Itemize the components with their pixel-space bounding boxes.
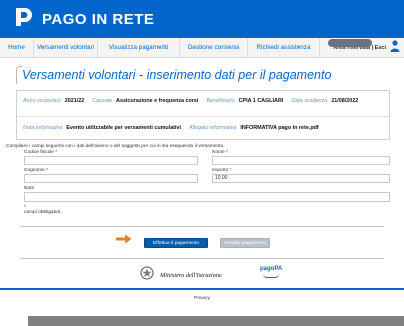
user-area[interactable]: Area riservata | Esci: [328, 39, 400, 57]
effettua-pagamento-button[interactable]: Effettua il pagamento: [144, 238, 208, 248]
italian-emblem-icon: [140, 266, 154, 285]
cognome-input[interactable]: [24, 174, 198, 183]
info-row-2: Nota informativa Evento utilizzabile per…: [23, 125, 327, 131]
importo-input[interactable]: 10,00: [212, 174, 390, 183]
note-input[interactable]: [24, 192, 390, 202]
anno-label: Anno scolastico: [23, 98, 61, 104]
redacted-username: [328, 39, 372, 47]
beneficiario-value: CPIA 1 CAGLIARI: [238, 98, 284, 104]
ministry-name: Ministero dell'Istruzione: [160, 272, 222, 279]
privacy-link[interactable]: Privacy: [0, 296, 404, 301]
footer-blue-line: [0, 288, 404, 290]
anno-value: 2021/22: [64, 98, 85, 104]
note-label: Note: [24, 186, 35, 191]
footer-divider: [20, 258, 384, 259]
info-row-1: Anno scolastico 2021/22 Causale Assicura…: [23, 98, 366, 104]
nav-versamenti-volontari[interactable]: Versamenti volontari: [34, 38, 98, 58]
scadenza-label: Data scadenza: [291, 98, 328, 104]
pagopa-logo: pagoPA: [260, 266, 283, 280]
nav-home[interactable]: Home: [0, 38, 34, 58]
ministry-logo: Ministero dell'Istruzione: [140, 266, 222, 285]
nav-gestione-consensi[interactable]: Gestione consensi: [180, 38, 248, 58]
orange-arrow-icon: [116, 234, 132, 244]
required-note: campi obbligatori.: [24, 210, 62, 215]
user-icon: [390, 39, 400, 57]
allegato-label: Allegato informativa: [189, 125, 237, 131]
codice-fiscale-input[interactable]: [24, 156, 198, 165]
allegato-link[interactable]: INFORMATIVA pago in rete.pdf: [240, 125, 318, 131]
nome-input[interactable]: [212, 156, 390, 165]
pagoinrete-logo-icon: [12, 6, 34, 33]
causale-value: Assicurazione e frequenza corsi: [116, 98, 199, 104]
cognome-label: Cognome *: [24, 168, 48, 173]
main-navigation: Home Versamenti volontari Visualizza pag…: [0, 38, 404, 58]
causale-label: Causale: [92, 98, 113, 104]
nav-richiedi-assistenza[interactable]: Richiedi assistenza: [248, 38, 320, 58]
form-divider: [20, 226, 384, 227]
brand-logo[interactable]: PAGO IN RETE: [12, 6, 155, 33]
importo-label: Importo *: [212, 168, 232, 173]
brand-name: PAGO IN RETE: [42, 10, 155, 28]
nome-label: Nome *: [212, 150, 228, 155]
pagopa-text: pagoPA: [260, 266, 283, 272]
nav-visualizza-pagamenti[interactable]: Visualizza pagamenti: [98, 38, 180, 58]
header-bar: PAGO IN RETE: [0, 0, 404, 38]
pagopa-swoosh-icon: [263, 274, 279, 278]
form-instructions: Compilare i campi seguenti con i dati de…: [6, 144, 225, 149]
beneficiario-label: Beneficiario: [206, 98, 235, 104]
info-divider: [17, 116, 389, 117]
scadenza-value: 21/08/2022: [331, 98, 359, 104]
nota-value: Evento utilizzabile per versamenti cumul…: [66, 125, 181, 131]
payment-info-box: Anno scolastico 2021/22 Causale Assicura…: [16, 90, 390, 140]
codice-fiscale-label: Codice fiscale *: [24, 150, 58, 155]
page-title: Versamenti volontari - inserimento dati …: [22, 68, 332, 82]
annulla-pagamento-button[interactable]: Annulla pagamento: [220, 238, 270, 248]
nota-label: Nota informativa: [23, 125, 63, 131]
bottom-gray-strip: [28, 316, 404, 326]
